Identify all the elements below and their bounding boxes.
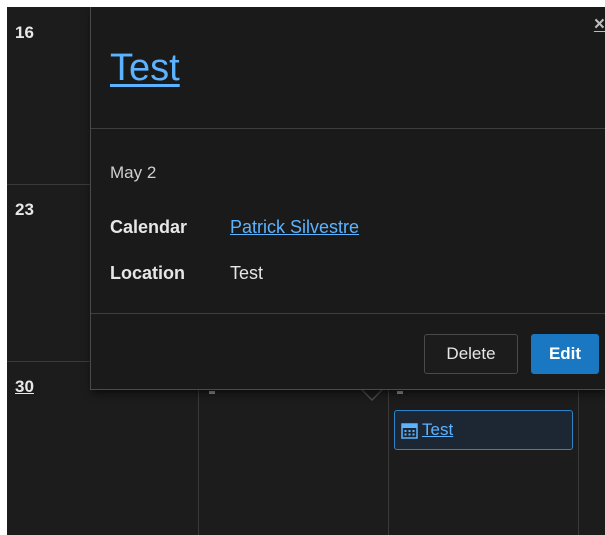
grid-line xyxy=(198,367,199,535)
location-label: Location xyxy=(110,263,185,283)
event-details-popup: × Test May 2 Calendar Patrick Silvestre … xyxy=(90,7,605,390)
calendar-icon xyxy=(401,422,418,439)
location-value: Test xyxy=(230,263,264,283)
day-number-16[interactable]: 16 xyxy=(15,23,34,43)
divider xyxy=(91,128,605,129)
divider xyxy=(91,313,605,314)
delete-button[interactable]: Delete xyxy=(424,334,518,374)
event-chip-label: Test xyxy=(422,420,454,439)
day-number-stub xyxy=(397,391,403,394)
close-icon[interactable]: × xyxy=(594,15,605,34)
grid-line xyxy=(7,184,90,185)
edit-button[interactable]: Edit xyxy=(531,334,599,374)
grid-line xyxy=(7,361,90,362)
event-chip-test[interactable]: Test xyxy=(394,410,573,450)
grid-line xyxy=(388,367,389,535)
event-date: May 2 xyxy=(110,163,157,182)
calendar-owner-link[interactable]: Patrick Silvestre xyxy=(230,217,359,238)
calendar-label: Calendar xyxy=(110,217,188,237)
grid-line xyxy=(578,390,579,535)
day-number-stub xyxy=(209,391,215,394)
day-number-30[interactable]: 30 xyxy=(15,377,34,397)
calendar-month-view: 16 23 30 Test × Test May 2 Calendar Patr… xyxy=(7,7,605,535)
day-number-23[interactable]: 23 xyxy=(15,200,34,220)
event-title-link[interactable]: Test xyxy=(110,47,180,90)
